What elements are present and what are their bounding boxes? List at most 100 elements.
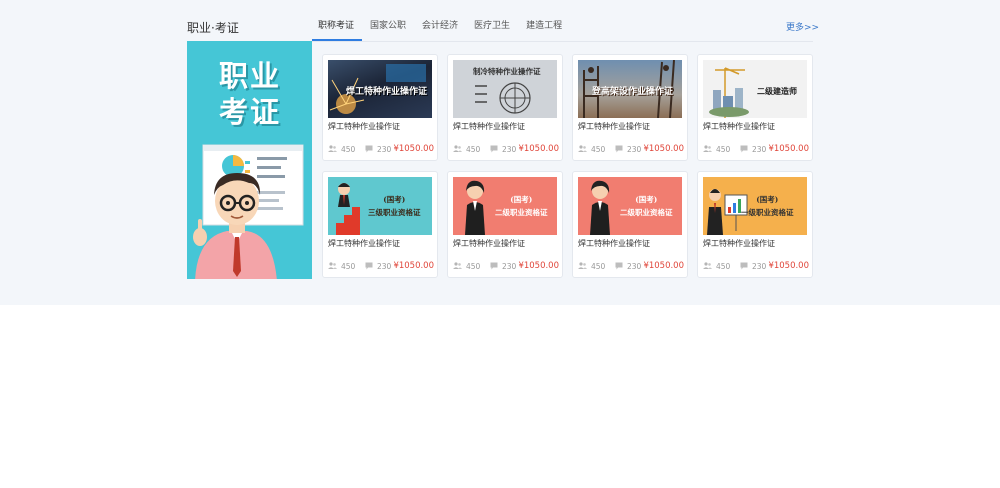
course-price: ¥1050.00 bbox=[643, 261, 684, 271]
students-count: 450 bbox=[716, 145, 731, 154]
comments-icon bbox=[365, 145, 373, 153]
students-icon bbox=[578, 262, 587, 269]
course-price: ¥1050.00 bbox=[768, 144, 809, 154]
thumbnail-label: (国考) 二级职业资格证 bbox=[620, 193, 673, 219]
course-price: ¥1050.00 bbox=[393, 261, 434, 271]
comments-icon-wrap bbox=[365, 262, 373, 272]
course-card[interactable]: (国考) 二级职业资格证焊工特种作业操作证 450 230 ¥1050.00 bbox=[447, 171, 563, 278]
course-thumbnail[interactable]: (国考) 二级职业资格证 bbox=[453, 177, 557, 235]
course-title[interactable]: 焊工特种作业操作证 bbox=[703, 121, 775, 132]
course-title[interactable]: 焊工特种作业操作证 bbox=[328, 121, 400, 132]
students-icon-wrap bbox=[453, 145, 462, 155]
course-card[interactable]: 二级建造师焊工特种作业操作证 450 230 ¥1050.00 bbox=[697, 54, 813, 161]
tab-medical-health[interactable]: 医疗卫生 bbox=[466, 14, 518, 41]
course-title[interactable]: 焊工特种作业操作证 bbox=[328, 238, 400, 249]
course-meta: 450 230 ¥1050.00 bbox=[328, 144, 434, 155]
course-price: ¥1050.00 bbox=[518, 261, 559, 271]
course-price: ¥1050.00 bbox=[393, 144, 434, 154]
course-thumbnail[interactable]: (国考) 二级职业资格证 bbox=[578, 177, 682, 235]
students-icon-wrap bbox=[578, 262, 587, 272]
course-price: ¥1050.00 bbox=[768, 261, 809, 271]
thumbnail-label-line: (国考) bbox=[635, 195, 658, 204]
comments-icon bbox=[740, 145, 748, 153]
comments-count: 230 bbox=[502, 262, 517, 271]
course-meta: 450 230 ¥1050.00 bbox=[578, 144, 684, 155]
thumbnail-label: (国考) 二级职业资格证 bbox=[495, 193, 548, 219]
course-title[interactable]: 焊工特种作业操作证 bbox=[453, 238, 525, 249]
tab-civil-service[interactable]: 国家公职 bbox=[362, 14, 414, 41]
comments-count: 230 bbox=[627, 145, 642, 154]
course-thumbnail[interactable]: 登高架设作业操作证 bbox=[578, 60, 682, 118]
students-icon-wrap bbox=[578, 145, 587, 155]
thumbnail-label: (国考) 一级职业资格证 bbox=[741, 193, 794, 219]
course-meta: 450 230 ¥1050.00 bbox=[453, 261, 559, 272]
comments-icon-wrap bbox=[490, 145, 498, 155]
students-icon bbox=[453, 145, 462, 152]
comments-count: 230 bbox=[752, 262, 767, 271]
course-card[interactable]: 登高架设作业操作证焊工特种作业操作证 450 230 ¥1050.00 bbox=[572, 54, 688, 161]
thumbnail-label: 焊工特种作业操作证 bbox=[346, 84, 427, 97]
tab-professional-title[interactable]: 职称考证 bbox=[312, 14, 363, 41]
students-icon-wrap bbox=[453, 262, 462, 272]
course-thumbnail[interactable]: (国考) 一级职业资格证 bbox=[703, 177, 807, 235]
students-count: 450 bbox=[591, 145, 606, 154]
students-count: 450 bbox=[341, 145, 356, 154]
comments-icon bbox=[490, 262, 498, 270]
students-icon bbox=[328, 262, 337, 269]
course-card[interactable]: (国考) 二级职业资格证 焊工特种作业操作证 450 230 ¥1050.00 bbox=[572, 171, 688, 278]
comments-count: 230 bbox=[502, 145, 517, 154]
course-meta: 450 230 ¥1050.00 bbox=[703, 144, 809, 155]
thumbnail-label-line: 登高架设作业操作证 bbox=[592, 87, 674, 97]
course-meta: 450 230 ¥1050.00 bbox=[453, 144, 559, 155]
course-meta: 450 230 ¥1050.00 bbox=[703, 261, 809, 272]
comments-icon-wrap bbox=[490, 262, 498, 272]
course-title[interactable]: 焊工特种作业操作证 bbox=[578, 121, 650, 132]
comments-icon-wrap bbox=[615, 145, 623, 155]
course-card[interactable]: 焊工特种作业操作证 焊工特种作业操作证 450 230 ¥1050.00 bbox=[322, 54, 438, 161]
thumbnail-label: 登高架设作业操作证 bbox=[592, 84, 673, 97]
tab-construction[interactable]: 建造工程 bbox=[518, 14, 570, 41]
course-meta: 450 230 ¥1050.00 bbox=[328, 261, 434, 272]
course-thumbnail[interactable]: 制冷特种作业操作证 bbox=[453, 60, 557, 118]
course-card[interactable]: 制冷特种作业操作证焊工特种作业操作证 450 230 ¥1050.00 bbox=[447, 54, 563, 161]
comments-icon bbox=[490, 145, 498, 153]
comments-icon bbox=[615, 145, 623, 153]
students-icon bbox=[453, 262, 462, 269]
thumbnail-label-line: 制冷特种作业操作证 bbox=[473, 67, 541, 76]
course-card[interactable]: (国考) 一级职业资格证焊工特种作业操作证 450 230 ¥1050.00 bbox=[697, 171, 813, 278]
comments-icon-wrap bbox=[365, 145, 373, 155]
students-count: 450 bbox=[716, 262, 731, 271]
thumbnail-label: 制冷特种作业操作证 bbox=[473, 66, 541, 77]
course-title[interactable]: 焊工特种作业操作证 bbox=[703, 238, 775, 249]
course-card[interactable]: (国考) 三级职业资格证焊工特种作业操作证 450 230 ¥1050.00 bbox=[322, 171, 438, 278]
thumbnail-label: (国考) 三级职业资格证 bbox=[368, 193, 421, 219]
comments-icon-wrap bbox=[615, 262, 623, 272]
students-icon bbox=[328, 145, 337, 152]
comments-icon bbox=[740, 262, 748, 270]
course-title[interactable]: 焊工特种作业操作证 bbox=[578, 238, 650, 249]
students-icon-wrap bbox=[328, 145, 337, 155]
comments-icon-wrap bbox=[740, 145, 748, 155]
course-thumbnail[interactable]: (国考) 三级职业资格证 bbox=[328, 177, 432, 235]
thumbnail-label-line: (国考) bbox=[383, 195, 406, 204]
course-title[interactable]: 焊工特种作业操作证 bbox=[453, 121, 525, 132]
students-icon bbox=[703, 145, 712, 152]
promo-banner[interactable]: 职业 考证 bbox=[187, 41, 312, 279]
tab-accounting-economics[interactable]: 会计经济 bbox=[414, 14, 466, 41]
comments-icon-wrap bbox=[740, 262, 748, 272]
thumbnail-label-line: 二级职业资格证 bbox=[620, 208, 673, 217]
thumbnail-label-line: 二级建造师 bbox=[757, 86, 797, 96]
thumbnail-label-line: (国考) bbox=[756, 195, 779, 204]
more-link[interactable]: 更多>> bbox=[786, 20, 819, 33]
course-thumbnail[interactable]: 二级建造师 bbox=[703, 60, 807, 118]
thumbnail-label-line: 二级职业资格证 bbox=[495, 208, 548, 217]
students-icon bbox=[578, 145, 587, 152]
thumbnail-label-line: 焊工特种作业操作证 bbox=[346, 87, 428, 97]
course-price: ¥1050.00 bbox=[643, 144, 684, 154]
section-title: 职业·考证 bbox=[187, 21, 239, 35]
comments-count: 230 bbox=[377, 262, 392, 271]
comments-icon bbox=[365, 262, 373, 270]
students-icon-wrap bbox=[328, 262, 337, 272]
course-thumbnail[interactable]: 焊工特种作业操作证 bbox=[328, 60, 432, 118]
comments-icon bbox=[615, 262, 623, 270]
